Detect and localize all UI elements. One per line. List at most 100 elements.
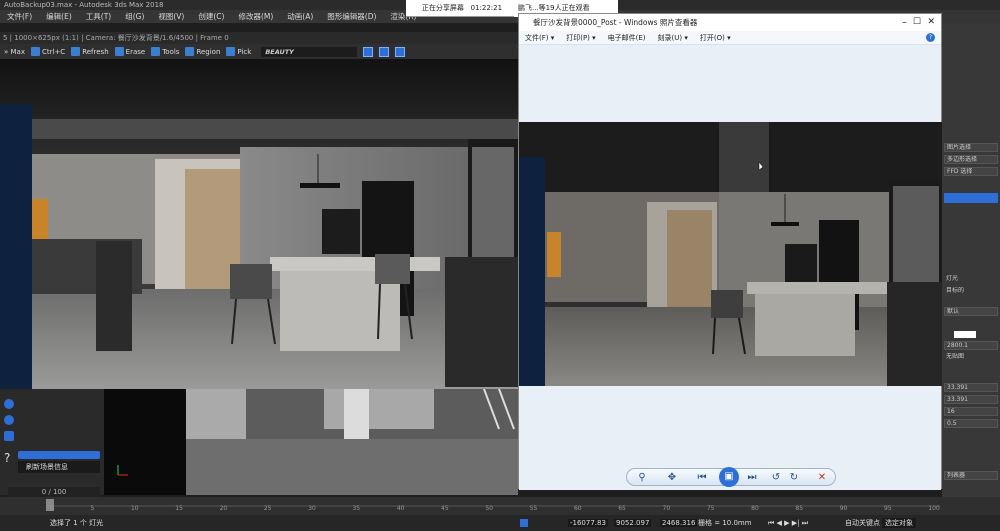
screen-share-bar: 正在分享屏幕 01:22:21 [406, 0, 518, 17]
help-icon[interactable] [4, 415, 14, 425]
refresh-label: Refresh [82, 47, 109, 56]
layers-icon[interactable] [4, 431, 14, 441]
rp-lister-button[interactable]: 列表器 [944, 471, 998, 480]
tick: 75 [706, 505, 715, 512]
minimize-icon[interactable]: – [902, 14, 907, 31]
erase-button[interactable]: Erase [114, 47, 145, 56]
zoom-out-button[interactable] [395, 46, 406, 57]
rp-image-select[interactable]: 图片选择 [944, 143, 998, 152]
right-command-panel: 图片选择 多边形选择 FFD 选择 灯光 目标的 默认 2800.1 无贴图 3… [942, 23, 1000, 497]
rp-default-dropdown[interactable]: 默认 [944, 307, 998, 316]
menu-view[interactable]: 视图(V) [151, 10, 191, 23]
rp-no-map[interactable]: 无贴图 [944, 353, 998, 362]
zoom-icon[interactable]: ⚲ [635, 471, 649, 485]
viewer-title: 餐厅沙发背景0000_Post - Windows 照片查看器 [533, 18, 698, 27]
lock-icon[interactable] [520, 519, 528, 527]
menu-animation[interactable]: 动画(A) [280, 10, 320, 23]
pick-button[interactable]: Pick [226, 47, 251, 56]
playback-controls[interactable]: ⏮ ◀ ▶ ▶| ⏭ [768, 519, 808, 528]
menu-modifiers[interactable]: 修改器(M) [231, 10, 280, 23]
frame-counter[interactable]: 0 / 100 [8, 487, 100, 497]
rp-temperature[interactable]: 2800.1 [944, 341, 998, 350]
region-icon [185, 47, 195, 56]
maximize-icon[interactable]: ☐ [913, 14, 921, 31]
x-coord[interactable]: -16077.83 [568, 519, 608, 527]
menu-create[interactable]: 创建(C) [191, 10, 231, 23]
rotate-left-icon[interactable]: ↺ [769, 471, 783, 485]
refresh-icon [71, 47, 81, 56]
scene-toolbar[interactable] [18, 451, 100, 459]
z-coord[interactable]: 2468.316 [660, 519, 698, 527]
rp-poly-select[interactable]: 多边形选择 [944, 155, 998, 164]
pick-icon [226, 47, 236, 56]
help-button[interactable]: ? [926, 33, 935, 42]
globe-icon[interactable] [4, 399, 14, 409]
rotate-right-icon[interactable]: ↻ [787, 471, 801, 485]
selected-dropdown[interactable]: 选定对象 [882, 518, 916, 528]
next-icon[interactable]: ⏭ [745, 471, 759, 485]
slideshow-icon[interactable]: ▣ [719, 467, 739, 487]
tick: 25 [263, 505, 272, 512]
framebuffer-toolbar: » Max Ctrl+C Refresh Erase Tools Region … [0, 44, 518, 59]
region-button[interactable]: Region [185, 47, 220, 56]
auto-key-button[interactable]: 自动关键点 [845, 518, 880, 528]
rp-color-swatch[interactable] [954, 331, 976, 338]
tools-icon [151, 47, 161, 56]
rp-value-2[interactable]: 33.391 [944, 395, 998, 404]
viewer-menu-burn[interactable]: 刻录(U) ▾ [658, 31, 688, 44]
menu-group[interactable]: 组(G) [118, 10, 151, 23]
rp-ffd-select[interactable]: FFD 选择 [944, 167, 998, 176]
max-label: » Max [4, 47, 25, 56]
framebuffer-render-image [0, 59, 518, 389]
rp-value-3[interactable]: 16 [944, 407, 998, 416]
menu-file[interactable]: 文件(F) [0, 10, 39, 23]
previous-icon[interactable]: ⏮ [695, 471, 709, 485]
viewport-preview [104, 389, 518, 495]
share-viewers-text: 鹏飞...等19人正在观看 [518, 4, 590, 12]
share-timer: 01:22:21 [470, 4, 503, 12]
tick: 35 [352, 505, 361, 512]
viewer-control-pill: ⚲ ✥ ⏮ ▣ ⏭ ↺ ↻ ✕ [626, 467, 836, 487]
channel-select[interactable]: BEAUTY [261, 46, 358, 57]
tick: 10 [130, 505, 139, 512]
kitchen-render [0, 59, 518, 389]
tick: 40 [396, 505, 405, 512]
viewer-menu-bar: 文件(F) ▾ 打印(P) ▾ 电子邮件(E) 刻录(U) ▾ 打开(O) ▾ … [519, 31, 941, 45]
rp-light-label: 灯光 [946, 275, 959, 282]
actual-size-icon[interactable]: ✥ [665, 471, 679, 485]
copy-button[interactable]: Ctrl+C [30, 47, 66, 56]
rp-selected-item[interactable] [944, 193, 998, 203]
viewer-menu-open[interactable]: 打开(O) ▾ [700, 31, 731, 44]
refresh-button[interactable]: Refresh [71, 47, 109, 56]
delete-icon[interactable]: ✕ [815, 471, 829, 485]
menu-tools[interactable]: 工具(T) [79, 10, 118, 23]
timeline[interactable]: 0 5 10 15 20 25 30 35 40 45 50 55 60 65 … [0, 497, 1000, 515]
question-icon[interactable]: ? [4, 451, 10, 465]
menu-graph-editors[interactable]: 图形编辑器(D) [320, 10, 383, 23]
copy-label: Ctrl+C [41, 47, 66, 56]
viewer-menu-email[interactable]: 电子邮件(E) [608, 31, 646, 44]
command-panel-bottom: ? 刷新场景信息 0 / 100 [0, 389, 104, 497]
tick: 5 [90, 505, 95, 512]
zoom-fit-button[interactable] [379, 46, 390, 57]
max-button[interactable]: » Max [4, 48, 25, 56]
zoom-in-button[interactable] [363, 46, 374, 57]
framebuffer-info-text: 5 | 1000×625px (1:1) | Camera: 餐厅沙发背景/1.… [3, 34, 229, 42]
y-coord[interactable]: 9052.097 [614, 519, 652, 527]
viewer-menu-print[interactable]: 打印(P) ▾ [566, 31, 595, 44]
tick: 50 [485, 505, 493, 512]
region-label: Region [196, 47, 221, 56]
rp-value-1[interactable]: 33.391 [944, 383, 998, 392]
close-icon[interactable]: ✕ [927, 14, 935, 31]
grid-size: 栅格 = 10.0mm [698, 519, 752, 527]
status-text: 选择了 1 个 灯光 [50, 519, 104, 527]
tick: 90 [839, 505, 848, 512]
viewer-menu-file[interactable]: 文件(F) ▾ [525, 31, 554, 44]
app-title: AutoBackup03.max - Autodesk 3ds Max 2018 [4, 1, 164, 9]
tools-button[interactable]: Tools [151, 47, 179, 56]
rp-value-4[interactable]: 0.5 [944, 419, 998, 428]
tick: 15 [175, 505, 183, 512]
tick: 45 [441, 505, 449, 512]
menu-edit[interactable]: 编辑(E) [39, 10, 79, 23]
refresh-scene-info-button[interactable]: 刷新场景信息 [18, 461, 100, 473]
